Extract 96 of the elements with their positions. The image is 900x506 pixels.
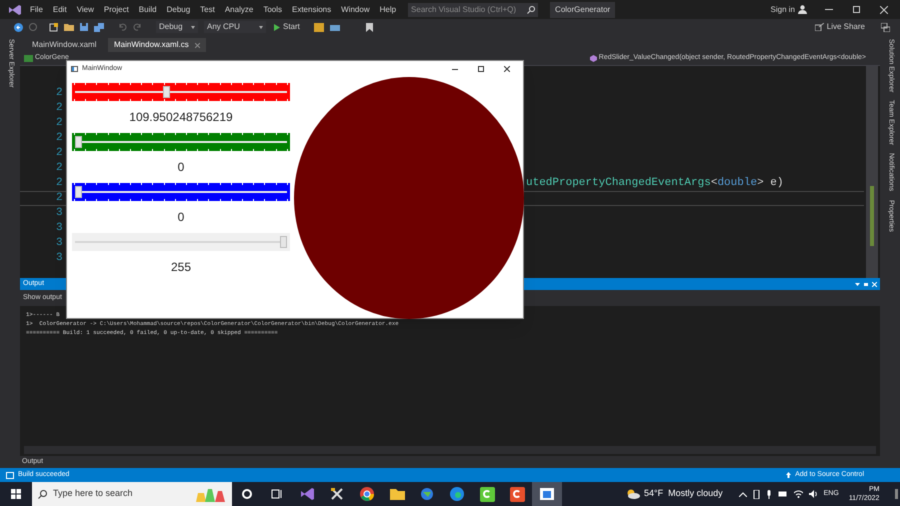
document-tab[interactable]: MainWindow.xaml bbox=[26, 38, 106, 52]
slider-thumb[interactable] bbox=[163, 86, 170, 98]
scrollbar[interactable] bbox=[866, 66, 878, 278]
chrome-icon[interactable] bbox=[360, 487, 374, 501]
microphone-icon[interactable] bbox=[766, 490, 772, 498]
document-tab[interactable]: MainWindow.xaml.cs bbox=[108, 38, 206, 52]
letter-c-icon[interactable] bbox=[480, 486, 494, 502]
taskbar-app[interactable] bbox=[532, 482, 562, 506]
solution-name: ColorGenerator bbox=[550, 2, 616, 18]
line-number: 3 bbox=[56, 251, 64, 266]
toolbar-tool-icon[interactable] bbox=[330, 22, 340, 32]
slider-thumb[interactable] bbox=[75, 186, 82, 198]
menu-item[interactable]: Edit bbox=[52, 4, 67, 16]
restore-icon[interactable] bbox=[853, 6, 860, 13]
line-number: 2 bbox=[56, 191, 64, 206]
slider-thumb[interactable] bbox=[280, 236, 287, 248]
maximize-icon[interactable] bbox=[478, 66, 484, 72]
menu-item[interactable]: Project bbox=[104, 4, 129, 16]
menu-item[interactable]: View bbox=[76, 4, 94, 16]
redo-icon[interactable] bbox=[133, 23, 142, 31]
tools-icon[interactable] bbox=[330, 487, 344, 501]
letter-c-icon[interactable] bbox=[510, 486, 524, 502]
line-number: 2 bbox=[56, 176, 64, 192]
menu-item[interactable]: Help bbox=[380, 4, 396, 16]
slider-value: 109.950248756219 bbox=[129, 109, 233, 125]
globe-icon[interactable] bbox=[420, 487, 434, 501]
play-icon bbox=[274, 24, 280, 30]
configuration-dropdown[interactable]: Debug bbox=[156, 21, 198, 33]
menu-item[interactable]: Extensions bbox=[292, 4, 332, 16]
weather-condition: Mostly cloudy bbox=[668, 487, 723, 500]
line-number: 2 bbox=[56, 101, 64, 116]
line-number: 2 bbox=[56, 131, 64, 146]
slider-value: 255 bbox=[170, 259, 192, 275]
battery-icon[interactable] bbox=[778, 491, 788, 497]
pin-icon[interactable] bbox=[863, 282, 869, 286]
slider-thumb[interactable] bbox=[75, 136, 82, 148]
taskbar-search-field[interactable]: Type here to search bbox=[32, 482, 232, 506]
tray-icon[interactable] bbox=[752, 490, 760, 498]
slider-value: 0 bbox=[178, 159, 184, 175]
up-arrow-icon bbox=[786, 472, 792, 478]
speaker-icon[interactable] bbox=[808, 490, 818, 498]
menu-item[interactable]: Test bbox=[200, 4, 215, 16]
line-number: 2 bbox=[56, 86, 64, 102]
temperature: 54°F bbox=[644, 487, 664, 500]
line-number: 2 bbox=[56, 146, 64, 162]
feedback-icon[interactable] bbox=[881, 22, 890, 32]
menu-item[interactable]: File bbox=[30, 4, 43, 16]
toolbar-tool-icon[interactable] bbox=[314, 22, 324, 32]
line-number: 2 bbox=[56, 116, 64, 132]
new-item-icon[interactable] bbox=[49, 22, 58, 32]
user-icon bbox=[798, 5, 807, 14]
save-icon[interactable] bbox=[80, 23, 88, 31]
dropdown-icon[interactable] bbox=[855, 282, 860, 286]
infinity-logo-icon[interactable] bbox=[299, 487, 315, 501]
line-number: 3 bbox=[56, 221, 64, 236]
menu-item[interactable]: Build bbox=[138, 4, 157, 16]
window-icon[interactable] bbox=[540, 488, 554, 500]
windows-start-icon[interactable] bbox=[11, 489, 21, 499]
search-icon bbox=[527, 6, 536, 14]
minimize-icon[interactable] bbox=[452, 68, 458, 70]
line-number: 3 bbox=[56, 206, 64, 222]
slider-value: 0 bbox=[178, 209, 184, 225]
menu-item[interactable]: Analyze bbox=[224, 4, 254, 16]
menu-item[interactable]: Debug bbox=[166, 4, 190, 16]
app-icon bbox=[71, 66, 78, 72]
slider[interactable] bbox=[72, 183, 290, 201]
search-field[interactable]: Search Visual Studio (Ctrl+Q) bbox=[408, 2, 538, 16]
platform-dropdown[interactable]: Any CPU bbox=[204, 21, 266, 33]
folder-icon[interactable] bbox=[390, 488, 404, 500]
csharp-icon bbox=[24, 55, 33, 62]
search-icon bbox=[38, 490, 47, 498]
live-share-button[interactable]: Live Share bbox=[814, 21, 865, 33]
start-button[interactable]: Start bbox=[272, 21, 302, 33]
menu-item[interactable]: Window bbox=[341, 4, 370, 16]
sign-in-link[interactable]: Sign in bbox=[770, 4, 795, 16]
menu-item[interactable]: Tools bbox=[263, 4, 282, 16]
save-all-icon[interactable] bbox=[94, 22, 104, 32]
line-number: 2 bbox=[56, 161, 64, 176]
close-icon[interactable] bbox=[504, 66, 510, 72]
slider[interactable] bbox=[72, 233, 290, 251]
bookmark-icon[interactable] bbox=[366, 22, 373, 32]
task-view-icon[interactable] bbox=[271, 489, 283, 499]
line-number: 3 bbox=[56, 236, 64, 252]
build-status-icon bbox=[6, 472, 14, 478]
slider[interactable] bbox=[72, 83, 290, 101]
slider[interactable] bbox=[72, 133, 290, 151]
infinity-logo-icon bbox=[8, 4, 22, 16]
method-icon bbox=[590, 55, 597, 62]
undo-icon[interactable] bbox=[118, 23, 127, 31]
folder-icon[interactable] bbox=[64, 23, 74, 31]
cloud-sun-icon bbox=[626, 489, 640, 499]
share-icon bbox=[814, 23, 824, 31]
code-line: utedPropertyChangedEventArgs<double> e) bbox=[526, 176, 784, 192]
wifi-icon[interactable] bbox=[794, 490, 803, 498]
chevron-up-icon[interactable] bbox=[738, 492, 747, 496]
back-arrow-icon[interactable] bbox=[14, 22, 23, 32]
